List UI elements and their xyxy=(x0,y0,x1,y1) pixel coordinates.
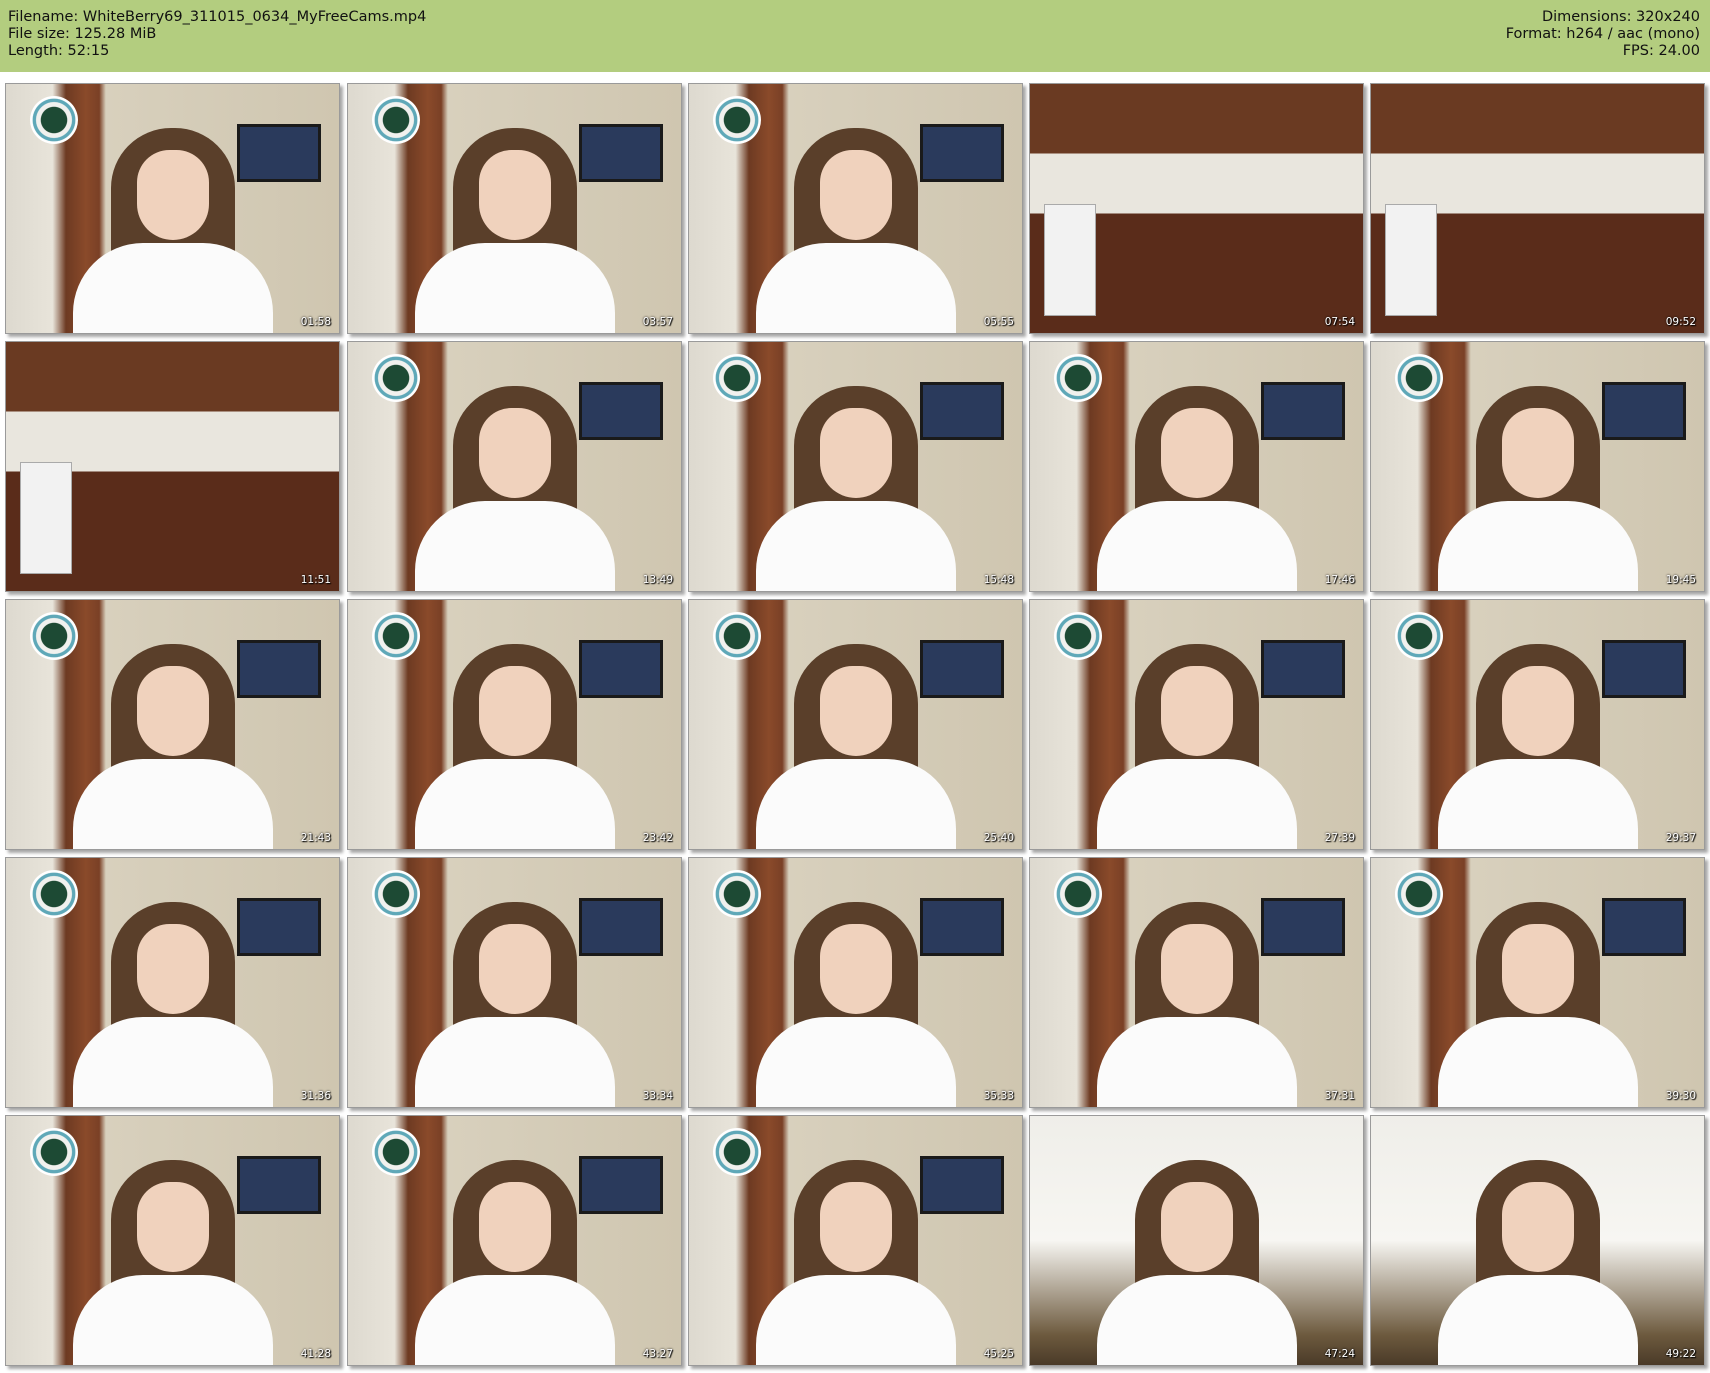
video-thumbnail: 49:22 xyxy=(1370,1115,1705,1366)
person-figure xyxy=(1437,644,1638,849)
thumbnail-timecode: 17:46 xyxy=(1324,574,1355,586)
thumbnail-timecode: 19:45 xyxy=(1665,574,1696,586)
video-thumbnail: 07:54 xyxy=(1029,83,1364,334)
thumbnail-frame xyxy=(6,342,339,591)
dimensions-text: Dimensions: 320x240 xyxy=(1541,9,1700,25)
person-figure xyxy=(414,902,615,1107)
video-thumbnail: 01:58 xyxy=(5,83,340,334)
thumbnail-timecode: 21:43 xyxy=(300,832,331,844)
video-thumbnail: 39:30 xyxy=(1370,857,1705,1108)
thumbnail-timecode: 49:22 xyxy=(1665,1348,1696,1360)
person-figure xyxy=(755,128,956,333)
thumbnail-timecode: 31:36 xyxy=(300,1090,331,1102)
thumbnail-timecode: 37:31 xyxy=(1324,1090,1355,1102)
thumbnail-timecode: 13:49 xyxy=(642,574,673,586)
video-thumbnail: 19:45 xyxy=(1370,341,1705,592)
person-figure xyxy=(414,128,615,333)
video-thumbnail: 33:34 xyxy=(347,857,682,1108)
person-figure xyxy=(414,386,615,591)
thumbnail-timecode: 43:27 xyxy=(642,1348,673,1360)
info-header: Filename: WhiteBerry69_311015_0634_MyFre… xyxy=(0,0,1710,72)
thumbnail-timecode: 11:51 xyxy=(300,574,331,586)
video-thumbnail: 21:43 xyxy=(5,599,340,850)
video-thumbnail: 43:27 xyxy=(347,1115,682,1366)
fps-text: FPS: 24.00 xyxy=(1622,43,1700,59)
person-figure xyxy=(755,386,956,591)
thumbnail-timecode: 07:54 xyxy=(1324,316,1355,328)
person-figure xyxy=(755,1160,956,1365)
person-figure xyxy=(72,128,273,333)
thumbnail-timecode: 23:42 xyxy=(642,832,673,844)
person-figure xyxy=(755,902,956,1107)
person-figure xyxy=(1437,1160,1638,1365)
video-thumbnail: 37:31 xyxy=(1029,857,1364,1108)
filename-text: Filename: WhiteBerry69_311015_0634_MyFre… xyxy=(8,9,427,25)
video-thumbnail: 41:28 xyxy=(5,1115,340,1366)
filesize-text: File size: 125.28 MiB xyxy=(8,26,157,42)
person-figure xyxy=(72,1160,273,1365)
person-figure xyxy=(1096,902,1297,1107)
video-thumbnail: 03:57 xyxy=(347,83,682,334)
thumbnail-grid: 01:58 03:57 05:55 07:54 09:52 11:51 13:49 15:48… xyxy=(0,72,1710,1373)
video-thumbnail: 13:49 xyxy=(347,341,682,592)
video-thumbnail: 11:51 xyxy=(5,341,340,592)
thumbnail-timecode: 41:28 xyxy=(300,1348,331,1360)
person-figure xyxy=(414,1160,615,1365)
thumbnail-timecode: 25:40 xyxy=(983,832,1014,844)
thumbnail-timecode: 29:37 xyxy=(1665,832,1696,844)
thumbnail-timecode: 01:58 xyxy=(300,316,331,328)
thumbnail-frame xyxy=(1030,84,1363,333)
person-figure xyxy=(1096,644,1297,849)
video-thumbnail: 25:40 xyxy=(688,599,1023,850)
video-thumbnail: 17:46 xyxy=(1029,341,1364,592)
person-figure xyxy=(1096,386,1297,591)
thumbnail-timecode: 03:57 xyxy=(642,316,673,328)
person-figure xyxy=(1437,902,1638,1107)
video-thumbnail: 31:36 xyxy=(5,857,340,1108)
thumbnail-frame xyxy=(1371,84,1704,333)
thumbnail-timecode: 33:34 xyxy=(642,1090,673,1102)
thumbnail-timecode: 15:48 xyxy=(983,574,1014,586)
format-text: Format: h264 / aac (mono) xyxy=(1505,26,1700,42)
video-thumbnail: 05:55 xyxy=(688,83,1023,334)
file-info-left: Filename: WhiteBerry69_311015_0634_MyFre… xyxy=(8,9,426,60)
video-thumbnail: 27:39 xyxy=(1029,599,1364,850)
thumbnail-timecode: 47:24 xyxy=(1324,1348,1355,1360)
thumbnail-timecode: 05:55 xyxy=(983,316,1014,328)
thumbnail-timecode: 09:52 xyxy=(1665,316,1696,328)
thumbnail-timecode: 35:33 xyxy=(983,1090,1014,1102)
file-info-right: Dimensions: 320x240 Format: h264 / aac (… xyxy=(1506,9,1700,60)
video-thumbnail: 15:48 xyxy=(688,341,1023,592)
person-figure xyxy=(1437,386,1638,591)
video-thumbnail: 45:25 xyxy=(688,1115,1023,1366)
video-thumbnail: 29:37 xyxy=(1370,599,1705,850)
person-figure xyxy=(755,644,956,849)
video-thumbnail: 47:24 xyxy=(1029,1115,1364,1366)
person-figure xyxy=(72,902,273,1107)
person-figure xyxy=(72,644,273,849)
thumbnail-timecode: 39:30 xyxy=(1665,1090,1696,1102)
video-thumbnail: 09:52 xyxy=(1370,83,1705,334)
person-figure xyxy=(1096,1160,1297,1365)
video-thumbnail: 23:42 xyxy=(347,599,682,850)
length-text: Length: 52:15 xyxy=(8,43,110,59)
person-figure xyxy=(414,644,615,849)
video-thumbnail: 35:33 xyxy=(688,857,1023,1108)
thumbnail-timecode: 27:39 xyxy=(1324,832,1355,844)
thumbnail-timecode: 45:25 xyxy=(983,1348,1014,1360)
